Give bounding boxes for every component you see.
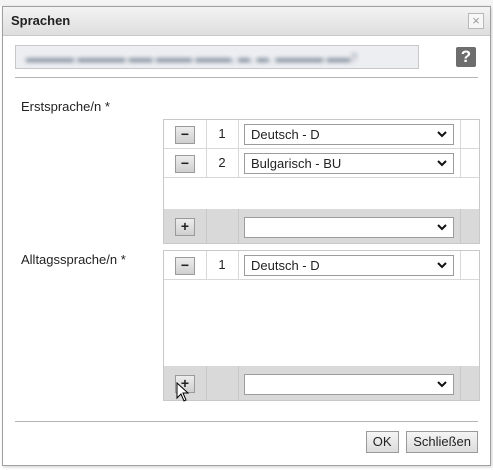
close-button[interactable]: Schließen: [406, 431, 478, 453]
dialog-title: Sprachen: [11, 13, 71, 28]
row-index: 1: [206, 251, 239, 279]
add-row: +: [164, 366, 479, 400]
language-select[interactable]: Deutsch - D: [244, 124, 454, 145]
remove-row-button[interactable]: −: [175, 257, 195, 275]
first-language-add-row: +: [163, 209, 480, 244]
chevron-down-icon: [437, 131, 447, 138]
empty-rows-area: [164, 178, 479, 206]
row-index: 1: [206, 120, 239, 148]
divider: [15, 421, 478, 422]
add-row: +: [164, 209, 479, 243]
add-language-button[interactable]: +: [175, 218, 195, 236]
new-language-select[interactable]: [244, 374, 454, 395]
daily-language-grid: − 1 Deutsch - D: [163, 250, 480, 368]
dialog-titlebar[interactable]: Sprachen ×: [3, 7, 490, 36]
daily-language-label: Alltagssprache/n *: [21, 252, 126, 267]
languages-dialog: Sprachen × ▬▬▬▬ ▬▬▬▬ ▬▬ ▬▬▬ ▬▬▬, ▬. ▬. ▬…: [2, 6, 491, 466]
remove-row-button[interactable]: −: [175, 155, 195, 173]
table-row: − 2 Bulgarisch - BU: [164, 149, 479, 178]
dialog-buttons: OK Schließen: [362, 431, 478, 453]
chevron-down-icon: [437, 381, 447, 388]
hint-bar: ▬▬▬▬ ▬▬▬▬ ▬▬ ▬▬▬ ▬▬▬, ▬. ▬. ▬▬▬▬ ▬▬?: [15, 45, 419, 69]
mouse-pointer-icon: [176, 382, 190, 402]
divider: [15, 77, 478, 78]
chevron-down-icon: [437, 224, 447, 231]
table-row: − 1 Deutsch - D: [164, 120, 479, 149]
help-button[interactable]: ?: [456, 47, 476, 67]
language-select[interactable]: Bulgarisch - BU: [244, 153, 454, 174]
hint-text-blurred: ▬▬▬▬ ▬▬▬▬ ▬▬ ▬▬▬ ▬▬▬, ▬. ▬. ▬▬▬▬ ▬▬?: [26, 51, 358, 65]
first-language-label: Erstsprache/n *: [21, 99, 110, 114]
daily-language-add-row: +: [163, 366, 480, 401]
new-language-select[interactable]: [244, 217, 454, 238]
language-select[interactable]: Deutsch - D: [244, 255, 454, 276]
chevron-down-icon: [437, 160, 447, 167]
remove-row-button[interactable]: −: [175, 126, 195, 144]
ok-button[interactable]: OK: [365, 431, 399, 453]
table-row: − 1 Deutsch - D: [164, 251, 479, 280]
close-icon[interactable]: ×: [468, 13, 484, 29]
chevron-down-icon: [437, 262, 447, 269]
row-index: 2: [206, 149, 239, 177]
